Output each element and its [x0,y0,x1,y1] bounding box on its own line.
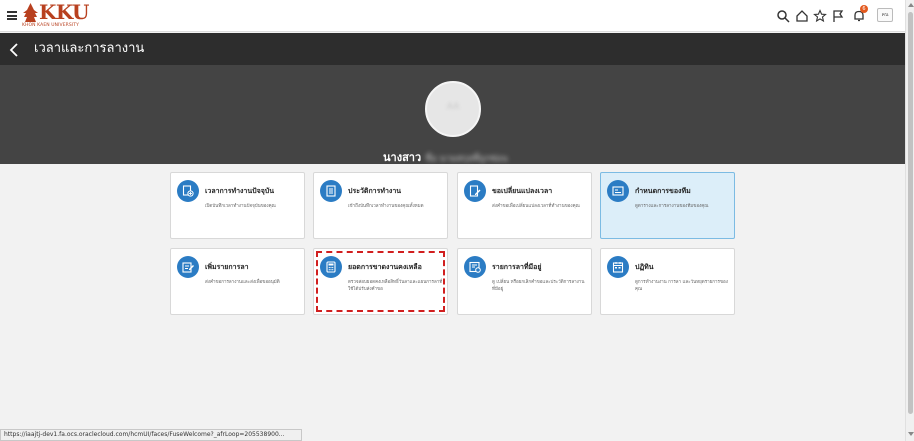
tile-title: ประวัติการทำงาน [348,187,402,195]
avatar-initials: AA [446,102,460,112]
calendar-icon [607,256,629,278]
tile-add-leave[interactable]: เพิ่มรายการลา ส่งคำขอการลางานและส่งเพื่อ… [170,248,305,315]
scroll-up-arrow-icon[interactable] [908,3,914,7]
add-leave-icon [177,256,199,278]
tile-current-time[interactable]: เวลาการทำงานปัจจุบัน เปิดบันทึกเวลาทำงาน… [170,172,305,239]
tile-change-time[interactable]: ขอเปลี่ยนแปลงเวลา ส่งคำขอเพื่อเปลี่ยนแปล… [457,172,592,239]
page-header-bar: เวลาและการลางาน [0,33,905,65]
kku-logo[interactable]: KKU KHON KAEN UNIVERSITY [22,0,90,29]
tile-description: ดูการทำงานงาน การลา และวันหยุดรายการของค… [635,280,728,292]
tile-work-history[interactable]: ประวัติการทำงาน เข้าถึงบันทึกเวลาทำงานขอ… [313,172,448,239]
tile-title: ยอดการขาดงานคงเหลือ [348,263,422,271]
tile-description: ดูตารางและการลางานของทีมของคุณ [635,204,709,209]
tile-existing-leave[interactable]: รายการลาที่มีอยู่ ดู เปลี่ยน หรือยกเลิกค… [457,248,592,315]
tile-title: ขอเปลี่ยนแปลงเวลา [492,187,553,195]
temple-logo-icon [23,3,38,22]
tile-calendar[interactable]: ปฏิทิน ดูการทำงานงาน การลา และวันหยุดราย… [600,248,735,315]
tile-title: ปฏิทิน [635,263,654,271]
team-schedule-icon [607,180,629,202]
tile-title: รายการลาที่มีอยู่ [492,263,542,271]
back-arrow-icon[interactable] [8,42,20,57]
scrollbar-thumb[interactable] [908,12,913,414]
tile-title: เพิ่มรายการลา [205,263,249,271]
person-name: นางสาว ชื่อ นามสกุลที่ถูกซ่อน [383,146,508,164]
logo-text: KKU [39,0,90,24]
clock-add-icon [177,180,199,202]
notifications-bell-icon[interactable]: 6 [850,5,868,25]
tile-description: เปิดบันทึกเวลาทำงานปัจจุบันของคุณ [205,204,276,209]
tile-title: กำหนดการของทีม [635,187,691,195]
search-icon[interactable] [774,7,792,25]
tile-description: เข้าถึงบันทึกเวลาทำงานของคุณทั้งหมด [348,204,424,209]
tile-description: ส่งคำขอการลางานและส่งเพื่อขออนุมัติ [205,280,280,285]
scroll-down-arrow-icon[interactable] [908,432,914,436]
vertical-scrollbar[interactable] [905,0,914,441]
calculator-icon [320,256,342,278]
tile-absence-balance[interactable]: ยอดการขาดงานคงเหลือ ตรวจสอบยอดคงเหลือสิท… [313,248,448,315]
name-redacted: ชื่อ นามสกุลที่ถูกซ่อน [425,154,508,164]
flag-icon[interactable] [829,7,847,25]
tile-team-schedule[interactable]: กำหนดการของทีม ดูตารางและการลางานของทีมข… [600,172,735,239]
tile-description: ส่งคำขอเพื่อเปลี่ยนแปลงเวลาที่ทำงานของคุ… [492,204,580,209]
status-url-bar: https://iaajtj-dev1.fa.ocs.oraclecloud.c… [0,429,302,441]
edit-document-icon [464,180,486,202]
user-menu-avatar[interactable]: คน [877,8,893,22]
profile-banner: AA นางสาว ชื่อ นามสกุลที่ถูกซ่อน [0,65,905,164]
home-icon[interactable] [793,7,811,25]
name-prefix: นางสาว [383,151,422,164]
logo-subtitle: KHON KAEN UNIVERSITY [22,23,79,28]
leave-list-icon [464,256,486,278]
page-title: เวลาและการลางาน [34,41,145,56]
menu-icon[interactable] [7,11,17,20]
notification-count-badge: 6 [860,5,868,13]
tile-title: เวลาการทำงานปัจจุบัน [205,187,275,195]
tile-description: ตรวจสอบยอดคงเหลือสิทธิ์วันลาและแผนการลาท… [348,280,443,292]
avatar: AA [425,81,481,137]
favorites-star-icon[interactable] [811,7,829,25]
top-navigation-bar: KKU KHON KAEN UNIVERSITY 6 คน [0,0,905,32]
document-list-icon [320,180,342,202]
tile-description: ดู เปลี่ยน หรือยกเลิกคำขอและประวัติการลา… [492,280,585,292]
